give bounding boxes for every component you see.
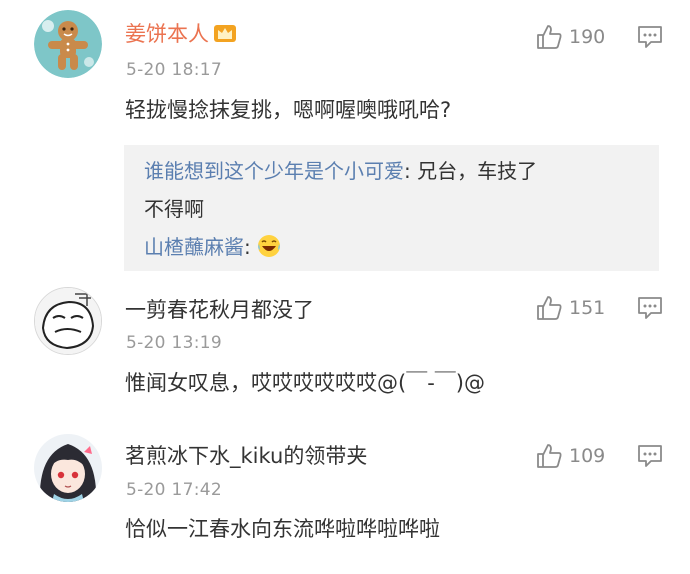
like-count: 190 [569, 26, 606, 48]
comment-text: 轻拢慢捻抹复挑，嗯啊喔噢哦吼哈? [125, 98, 452, 122]
reply-text: 兄台，车技了 [417, 159, 538, 183]
username[interactable]: 一剪春花秋月都没了 [125, 297, 314, 323]
like-button[interactable]: 109 [535, 441, 605, 471]
username[interactable]: 姜饼本人 [125, 21, 237, 50]
reply-username[interactable]: 山楂蘸麻酱 [144, 235, 244, 259]
timestamp: 5-20 13:19 [126, 333, 222, 353]
comment-icon[interactable] [637, 25, 663, 53]
thumbs-up-icon [535, 23, 563, 51]
like-button[interactable]: 151 [535, 293, 605, 323]
avatar[interactable] [34, 287, 102, 355]
comment-icon[interactable] [637, 296, 663, 324]
reply-line: 不得啊 [144, 195, 204, 223]
reply-thread[interactable]: 谁能想到这个少年是个小可爱: 兄台，车技了 不得啊 山楂蘸麻酱: [124, 145, 659, 271]
avatar[interactable] [34, 10, 102, 78]
reply-line: 谁能想到这个少年是个小可爱: 兄台，车技了 [144, 159, 538, 183]
like-count: 109 [569, 445, 606, 467]
timestamp: 5-20 17:42 [126, 480, 222, 500]
timestamp: 5-20 18:17 [126, 60, 222, 80]
like-button[interactable]: 190 [535, 22, 605, 52]
reply-line: 山楂蘸麻酱: [144, 233, 281, 265]
thumbs-up-icon [535, 442, 563, 470]
comment-text: 惟闻女叹息，哎哎哎哎哎哎@(￣-￣)@ [125, 371, 485, 395]
avatar[interactable] [34, 434, 102, 502]
username[interactable]: 茗煎冰下水_kiku的领带夹 [125, 443, 367, 469]
thumbs-up-icon [535, 294, 563, 322]
comment-icon[interactable] [637, 444, 663, 472]
laughing-emoji-icon [257, 234, 281, 265]
crown-icon [213, 22, 237, 50]
comment-text: 恰似一江春水向东流哗啦哗啦哗啦 [125, 517, 440, 541]
reply-username[interactable]: 谁能想到这个少年是个小可爱 [144, 159, 404, 183]
reply-text: 不得啊 [144, 197, 204, 221]
like-count: 151 [569, 297, 606, 319]
